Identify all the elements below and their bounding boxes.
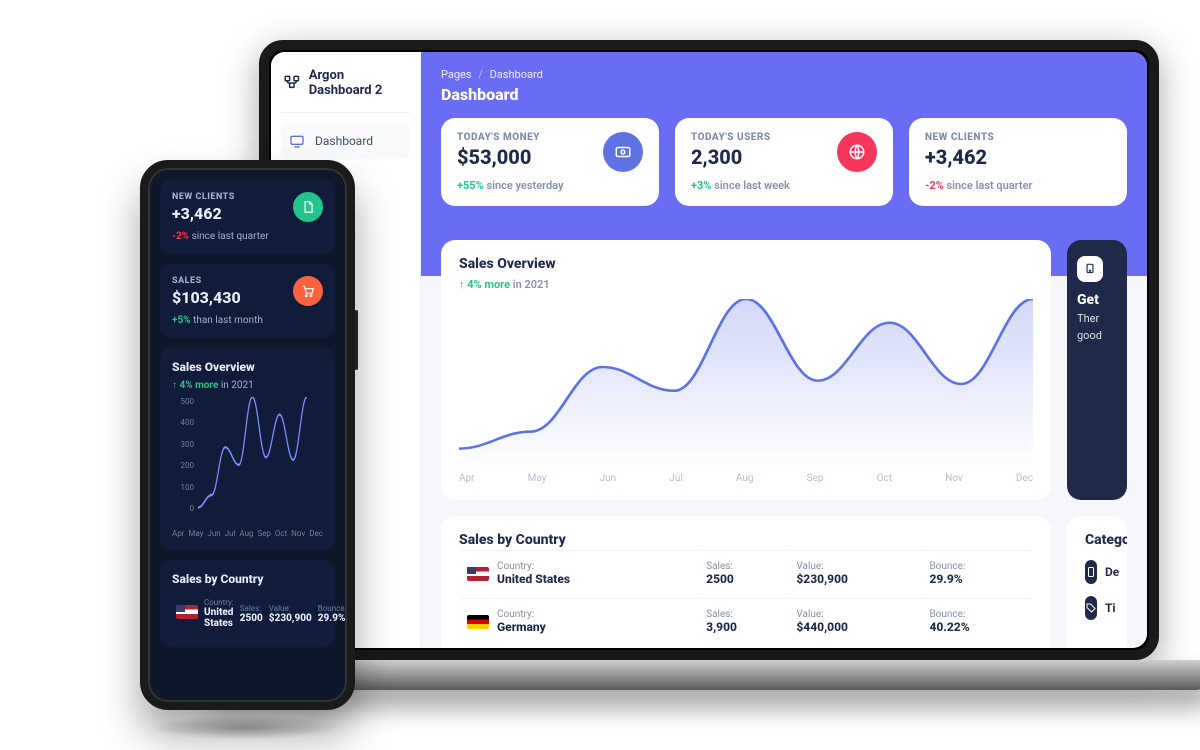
- tag-icon: [1085, 596, 1097, 620]
- kpi-users[interactable]: TODAY'S USERS 2,300 +3% since last week: [675, 118, 893, 206]
- sales-overview-panel: Sales Overview ↑ 4% more in 2021 AprMayJ…: [441, 240, 1051, 500]
- phone-mockup: NEW CLIENTS+3,462 -2% since last quarter…: [140, 160, 355, 710]
- page-title: Dashboard: [441, 85, 1127, 104]
- brand-label: Argon Dashboard 2: [309, 68, 408, 98]
- main: Pages / Dashboard Dashboard TODAY'S MONE…: [421, 52, 1147, 648]
- sales-line-chart: 5004003002001000: [172, 397, 323, 527]
- kpi-money[interactable]: TODAY'S MONEY $53,000 +55% since yesterd…: [441, 118, 659, 206]
- flag-us-icon: [176, 605, 198, 619]
- y-axis: 5004003002001000: [172, 397, 198, 513]
- flag-de-icon: [467, 615, 489, 629]
- panel-title: Sales Overview: [459, 256, 1033, 272]
- x-axis: AprMayJunJulAugSepOctNovDec: [459, 473, 1033, 484]
- rocket-icon: [1077, 256, 1103, 282]
- flag-us-icon: [467, 567, 489, 581]
- laptop-screen: Argon Dashboard 2 Dashboard te) plate) p…: [271, 52, 1147, 648]
- breadcrumb[interactable]: Pages / Dashboard: [441, 68, 1127, 81]
- phone-shadow: [150, 715, 340, 740]
- kpi-clients[interactable]: NEW CLIENTS +3,462 -2% since last quarte…: [909, 118, 1127, 206]
- categories-panel: Categoi De Ti: [1067, 516, 1127, 648]
- cart-icon: [293, 276, 323, 306]
- brand[interactable]: Argon Dashboard 2: [281, 64, 410, 113]
- laptop-mockup: Argon Dashboard 2 Dashboard te) plate) p…: [259, 40, 1159, 660]
- sales-line-chart: [459, 299, 1033, 469]
- kpi-label: TODAY'S MONEY: [457, 132, 563, 143]
- money-icon: [603, 132, 643, 172]
- country-table: Country:United States Sales:2500 Value:$…: [459, 548, 1033, 646]
- page-icon: [293, 192, 323, 222]
- phone-screen: NEW CLIENTS+3,462 -2% since last quarter…: [150, 170, 345, 700]
- get-started-card[interactable]: Get Ther good: [1067, 240, 1127, 500]
- kpi-value: $53,000: [457, 145, 563, 169]
- x-axis: AprMayJunJulAugSepOctNovDec: [172, 529, 323, 538]
- sales-by-country-panel: Sales by Country Country:United States S…: [160, 560, 335, 647]
- sidebar-item-dashboard[interactable]: Dashboard: [281, 123, 410, 159]
- kpi-clients[interactable]: NEW CLIENTS+3,462 -2% since last quarter: [160, 180, 335, 254]
- table-row[interactable]: Country:United States Sales:2500 Value:$…: [174, 594, 345, 633]
- table-row[interactable]: Country:Germany Sales:3,900 Value:$440,0…: [461, 598, 1031, 644]
- sales-overview-panel: Sales Overview ↑ 4% more in 2021 5004003…: [160, 348, 335, 550]
- sales-by-country-panel: Sales by Country Country:United States S…: [441, 516, 1051, 648]
- table-row[interactable]: Country:United States Sales:2500 Value:$…: [461, 550, 1031, 596]
- logo-icon: [283, 73, 301, 93]
- list-item[interactable]: Ti: [1085, 596, 1109, 620]
- globe-icon: [837, 132, 877, 172]
- breadcrumb-leaf[interactable]: Dashboard: [490, 68, 543, 81]
- device-icon: [1085, 560, 1097, 584]
- breadcrumb-root[interactable]: Pages: [441, 68, 472, 81]
- sidebar-item-label: Dashboard: [315, 134, 373, 148]
- list-item[interactable]: De: [1085, 560, 1109, 584]
- tv-icon: [289, 133, 305, 149]
- kpi-sales[interactable]: SALES$103,430 +5% than last month: [160, 264, 335, 338]
